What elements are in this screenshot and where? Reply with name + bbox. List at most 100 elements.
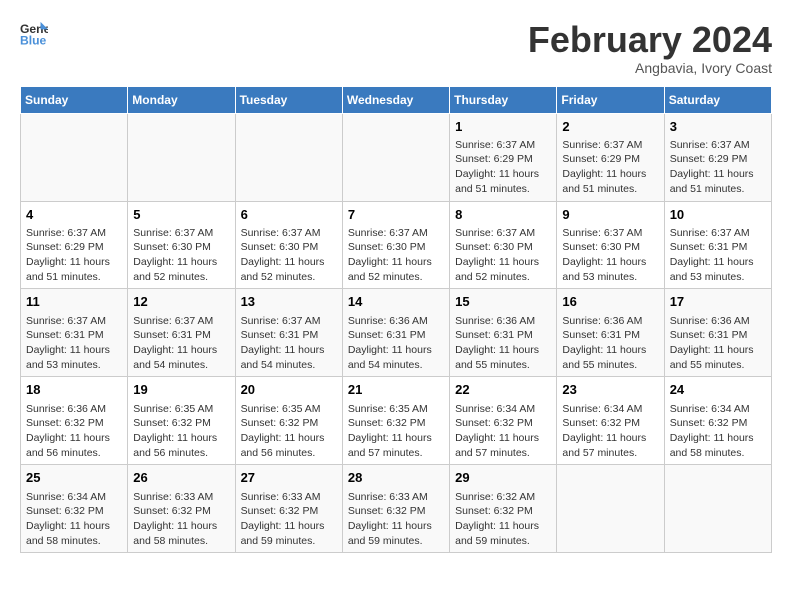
header-thursday: Thursday bbox=[450, 86, 557, 113]
day-info: Sunset: 6:32 PM bbox=[455, 416, 551, 431]
logo: General Blue bbox=[20, 20, 48, 48]
day-info: Sunrise: 6:34 AM bbox=[562, 402, 658, 417]
day-number: 11 bbox=[26, 293, 122, 311]
day-info: Sunset: 6:32 PM bbox=[241, 416, 337, 431]
day-number: 20 bbox=[241, 381, 337, 399]
day-number: 21 bbox=[348, 381, 444, 399]
calendar-cell: 13 Sunrise: 6:37 AMSunset: 6:31 PMDayligh… bbox=[235, 289, 342, 377]
day-info: Sunrise: 6:34 AM bbox=[26, 490, 122, 505]
calendar-cell: 15Sunrise: 6:36 AMSunset: 6:31 PMDayligh… bbox=[450, 289, 557, 377]
day-number: 8 bbox=[455, 206, 551, 224]
calendar-cell: 27Sunrise: 6:33 AMSunset: 6:32 PMDayligh… bbox=[235, 465, 342, 553]
calendar-week-2: 11Sunrise: 6:37 AMSunset: 6:31 PMDayligh… bbox=[21, 289, 772, 377]
day-info: Daylight: 11 hours and 52 minutes. bbox=[348, 255, 444, 284]
day-info: Daylight: 11 hours and 52 minutes. bbox=[241, 255, 337, 284]
day-info: Sunrise: 6:36 AM bbox=[455, 314, 551, 329]
day-info: Daylight: 11 hours and 59 minutes. bbox=[348, 519, 444, 548]
day-info: Daylight: 11 hours and 51 minutes. bbox=[562, 167, 658, 196]
day-info: Daylight: 11 hours and 55 minutes. bbox=[670, 343, 766, 372]
day-info: Sunrise: 6:35 AM bbox=[348, 402, 444, 417]
day-info: Sunset: 6:31 PM bbox=[241, 328, 337, 343]
day-info: Daylight: 11 hours and 56 minutes. bbox=[26, 431, 122, 460]
page-subtitle: Angbavia, Ivory Coast bbox=[528, 60, 772, 76]
day-info: Sunrise: 6:37 AM bbox=[133, 226, 229, 241]
calendar-cell: 10Sunrise: 6:37 AMSunset: 6:31 PMDayligh… bbox=[664, 201, 771, 289]
day-number: 14 bbox=[348, 293, 444, 311]
day-info: Sunset: 6:31 PM bbox=[670, 328, 766, 343]
day-info: Sunrise: 6:36 AM bbox=[562, 314, 658, 329]
svg-text:Blue: Blue bbox=[20, 33, 47, 47]
day-number: 13 bbox=[241, 293, 337, 311]
day-info: Sunset: 6:32 PM bbox=[455, 504, 551, 519]
day-info: Sunrise: 6:37 AM bbox=[133, 314, 229, 329]
day-info: Daylight: 11 hours and 56 minutes. bbox=[133, 431, 229, 460]
calendar-cell: 6Sunrise: 6:37 AMSunset: 6:30 PMDaylight… bbox=[235, 201, 342, 289]
day-number: 10 bbox=[670, 206, 766, 224]
day-info: Sunrise: 6:37 AM bbox=[670, 226, 766, 241]
calendar-body: 1Sunrise: 6:37 AMSunset: 6:29 PMDaylight… bbox=[21, 113, 772, 553]
calendar-cell: 14Sunrise: 6:36 AMSunset: 6:31 PMDayligh… bbox=[342, 289, 449, 377]
day-info: Sunset: 6:31 PM bbox=[455, 328, 551, 343]
day-number: 2 bbox=[562, 118, 658, 136]
header-row: Sunday Monday Tuesday Wednesday Thursday… bbox=[21, 86, 772, 113]
calendar-cell: 17Sunrise: 6:36 AMSunset: 6:31 PMDayligh… bbox=[664, 289, 771, 377]
logo-icon: General Blue bbox=[20, 20, 48, 48]
day-info: Daylight: 11 hours and 53 minutes. bbox=[670, 255, 766, 284]
day-info: Sunset: 6:32 PM bbox=[133, 504, 229, 519]
calendar-cell bbox=[21, 113, 128, 201]
day-number: 29 bbox=[455, 469, 551, 487]
day-info: Sunset: 6:30 PM bbox=[562, 240, 658, 255]
day-number: 28 bbox=[348, 469, 444, 487]
day-info: Sunrise: 6:34 AM bbox=[455, 402, 551, 417]
day-info: Sunset: 6:31 PM bbox=[562, 328, 658, 343]
header-friday: Friday bbox=[557, 86, 664, 113]
day-number: 27 bbox=[241, 469, 337, 487]
day-info: Sunset: 6:32 PM bbox=[133, 416, 229, 431]
day-info: Sunrise: 6:33 AM bbox=[241, 490, 337, 505]
day-number: 15 bbox=[455, 293, 551, 311]
calendar-cell: 20Sunrise: 6:35 AMSunset: 6:32 PMDayligh… bbox=[235, 377, 342, 465]
day-info: Sunset: 6:30 PM bbox=[348, 240, 444, 255]
day-number: 25 bbox=[26, 469, 122, 487]
day-number: 9 bbox=[562, 206, 658, 224]
calendar-cell: 5Sunrise: 6:37 AMSunset: 6:30 PMDaylight… bbox=[128, 201, 235, 289]
day-info: Daylight: 11 hours and 54 minutes. bbox=[348, 343, 444, 372]
day-number: 3 bbox=[670, 118, 766, 136]
day-info: Sunrise: 6:35 AM bbox=[133, 402, 229, 417]
calendar-cell: 21Sunrise: 6:35 AMSunset: 6:32 PMDayligh… bbox=[342, 377, 449, 465]
day-info: Sunrise: 6:36 AM bbox=[670, 314, 766, 329]
day-info: Daylight: 11 hours and 57 minutes. bbox=[348, 431, 444, 460]
day-info: Sunset: 6:32 PM bbox=[348, 504, 444, 519]
day-info: Sunrise: 6:37 AM bbox=[455, 138, 551, 153]
calendar-table: Sunday Monday Tuesday Wednesday Thursday… bbox=[20, 86, 772, 554]
day-info: Daylight: 11 hours and 55 minutes. bbox=[562, 343, 658, 372]
day-info: Sunset: 6:29 PM bbox=[670, 152, 766, 167]
day-info: Daylight: 11 hours and 58 minutes. bbox=[133, 519, 229, 548]
calendar-week-3: 18Sunrise: 6:36 AMSunset: 6:32 PMDayligh… bbox=[21, 377, 772, 465]
day-info: Daylight: 11 hours and 54 minutes. bbox=[241, 343, 337, 372]
day-number: 23 bbox=[562, 381, 658, 399]
day-info: Sunset: 6:32 PM bbox=[26, 504, 122, 519]
day-info: Sunrise: 6:32 AM bbox=[455, 490, 551, 505]
day-info: Sunrise: 6:37 AM bbox=[241, 314, 337, 329]
day-info: Daylight: 11 hours and 56 minutes. bbox=[241, 431, 337, 460]
title-block: February 2024 Angbavia, Ivory Coast bbox=[528, 20, 772, 76]
calendar-cell: 23Sunrise: 6:34 AMSunset: 6:32 PMDayligh… bbox=[557, 377, 664, 465]
day-info: Daylight: 11 hours and 57 minutes. bbox=[562, 431, 658, 460]
day-info: Sunrise: 6:33 AM bbox=[348, 490, 444, 505]
calendar-cell: 9Sunrise: 6:37 AMSunset: 6:30 PMDaylight… bbox=[557, 201, 664, 289]
day-number: 12 bbox=[133, 293, 229, 311]
header-wednesday: Wednesday bbox=[342, 86, 449, 113]
day-info: Sunset: 6:31 PM bbox=[133, 328, 229, 343]
calendar-cell: 28 Sunrise: 6:33 AMSunset: 6:32 PMDayligh… bbox=[342, 465, 449, 553]
calendar-cell: 4Sunrise: 6:37 AMSunset: 6:29 PMDaylight… bbox=[21, 201, 128, 289]
day-info: Sunset: 6:30 PM bbox=[241, 240, 337, 255]
day-info: Sunrise: 6:37 AM bbox=[455, 226, 551, 241]
calendar-cell: 11Sunrise: 6:37 AMSunset: 6:31 PMDayligh… bbox=[21, 289, 128, 377]
day-info: Sunset: 6:31 PM bbox=[26, 328, 122, 343]
day-info: Sunset: 6:30 PM bbox=[133, 240, 229, 255]
day-number: 24 bbox=[670, 381, 766, 399]
day-info: Daylight: 11 hours and 51 minutes. bbox=[455, 167, 551, 196]
day-info: Sunset: 6:32 PM bbox=[670, 416, 766, 431]
day-number: 6 bbox=[241, 206, 337, 224]
